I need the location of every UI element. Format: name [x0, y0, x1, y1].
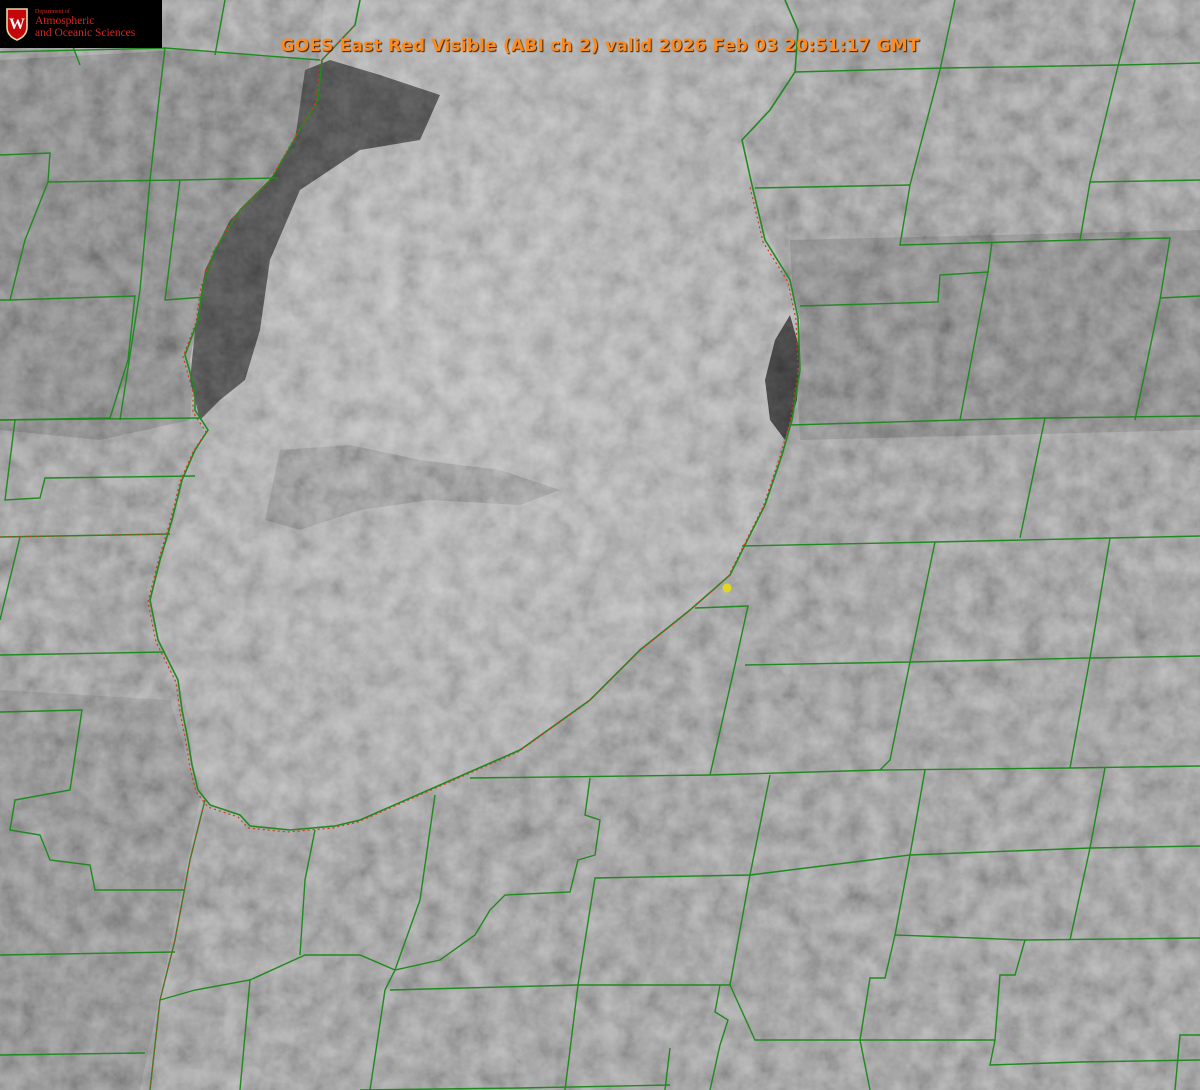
fine-texture	[0, 0, 1200, 1090]
satellite-image-view: GOES East Red Visible (ABI ch 2) valid 2…	[0, 0, 1200, 1090]
crest-letter: W	[9, 16, 25, 33]
logo-line1: Atmospheric	[35, 15, 95, 28]
logo-text: Department of Atmospheric and Oceanic Sc…	[35, 9, 135, 39]
observation-marker[interactable]	[722, 583, 732, 593]
aos-logo[interactable]: W Department of Atmospheric and Oceanic …	[0, 0, 162, 48]
uw-crest-icon: W	[4, 6, 30, 42]
logo-line2: and Oceanic Sciences	[35, 27, 136, 40]
satellite-map	[0, 0, 1200, 1090]
